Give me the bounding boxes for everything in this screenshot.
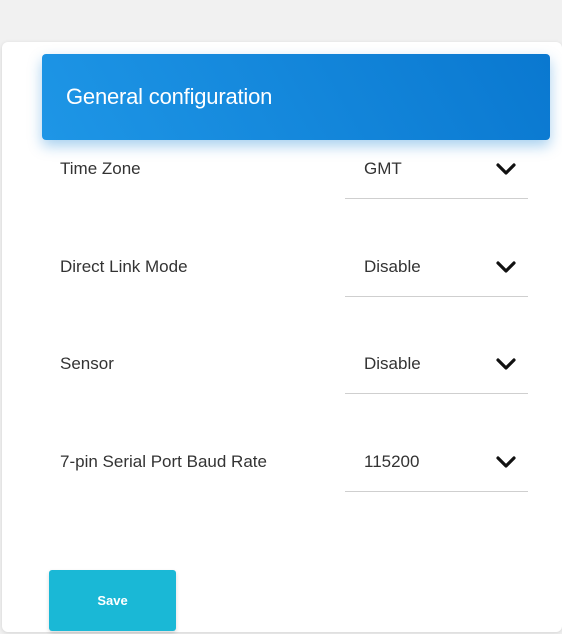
save-button[interactable]: Save [49,570,176,631]
chevron-down-icon [496,456,516,468]
sensor-value: Disable [364,354,421,373]
page: General configuration Time Zone GMT Dire… [0,0,562,634]
field-row-time-zone: Time Zone GMT [60,143,530,199]
card-title: General configuration [66,84,273,109]
time-zone-value: GMT [364,159,402,178]
chevron-down-icon [496,261,516,273]
general-configuration-card: General configuration [2,42,562,632]
field-row-baud-rate: 7-pin Serial Port Baud Rate 115200 [60,436,530,492]
baud-rate-select[interactable]: 115200 [345,436,528,492]
time-zone-select[interactable]: GMT [345,143,528,199]
field-row-direct-link-mode: Direct Link Mode Disable [60,241,530,297]
card-header: General configuration [42,54,550,140]
field-row-sensor: Sensor Disable [60,338,530,394]
baud-rate-value: 115200 [364,452,420,471]
direct-link-mode-label: Direct Link Mode [60,257,188,276]
direct-link-mode-select[interactable]: Disable [345,241,528,297]
sensor-label: Sensor [60,354,114,373]
time-zone-label: Time Zone [60,159,141,178]
baud-rate-label: 7-pin Serial Port Baud Rate [60,452,267,471]
chevron-down-icon [496,163,516,175]
sensor-select[interactable]: Disable [345,338,528,394]
direct-link-mode-value: Disable [364,257,421,276]
chevron-down-icon [496,358,516,370]
